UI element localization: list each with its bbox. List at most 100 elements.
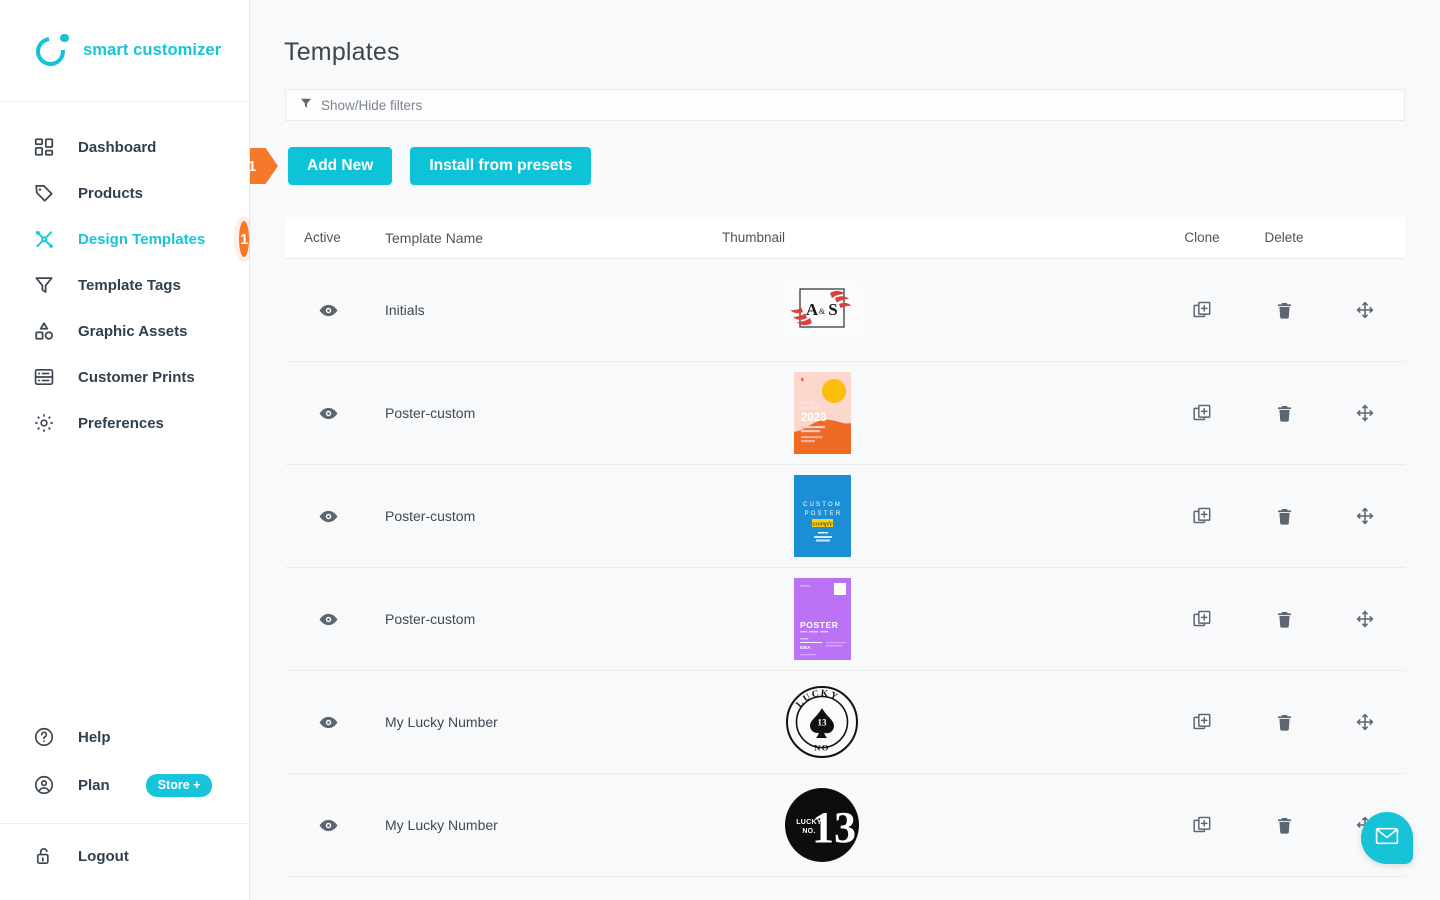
clone-icon[interactable] (1192, 403, 1212, 423)
table-row: Poster-custom CUSTOM POSTER example (285, 465, 1405, 568)
main-content: Templates Show/Hide filters 1 Add New In… (250, 0, 1440, 900)
move-arrows-icon[interactable] (1355, 609, 1375, 629)
eye-icon[interactable] (318, 403, 339, 424)
table-row: My Lucky Number 13 LUCKY NO (285, 671, 1405, 774)
templates-table: Active Template Name Thumbnail Clone Del… (285, 217, 1405, 877)
eye-icon[interactable] (318, 506, 339, 527)
column-header-clone: Clone (1184, 230, 1220, 245)
brand-logo[interactable]: smart customizer (0, 0, 249, 102)
move-arrows-icon[interactable] (1355, 712, 1375, 732)
sidebar-item-graphic-assets[interactable]: Graphic Assets (0, 308, 249, 354)
store-plus-pill[interactable]: Store + (145, 773, 213, 797)
clone-icon[interactable] (1192, 815, 1212, 835)
table-header-row: Active Template Name Thumbnail Clone Del… (285, 217, 1405, 259)
sidebar-item-label: Plan (78, 776, 110, 794)
template-name: My Lucky Number (385, 817, 498, 833)
eye-icon[interactable] (318, 300, 339, 321)
template-name: Initials (385, 302, 425, 318)
gear-icon (32, 411, 56, 435)
sidebar-item-template-tags[interactable]: Template Tags (0, 262, 249, 308)
sidebar-item-logout[interactable]: Logout (0, 832, 249, 880)
thumbnail-poster-pink-2023[interactable]: EVENT POSTER 2023 (793, 372, 851, 454)
sidebar-item-preferences[interactable]: Preferences (0, 400, 249, 446)
circle-dot-logo-icon (30, 30, 71, 72)
show-hide-filters-bar[interactable]: Show/Hide filters (285, 89, 1405, 121)
add-new-button[interactable]: Add New (288, 147, 393, 185)
svg-text:S: S (828, 300, 837, 319)
table-row: Poster-custom EVENT POSTER 2023 (285, 362, 1405, 465)
svg-text:&: & (819, 307, 826, 316)
trash-icon[interactable] (1275, 816, 1294, 835)
svg-text:IDEA: IDEA (800, 645, 811, 650)
svg-text:example: example (812, 521, 832, 527)
svg-text:POSTER: POSTER (801, 406, 819, 410)
svg-text:13: 13 (812, 803, 856, 852)
sidebar-item-label: Customer Prints (78, 368, 195, 386)
sidebar-divider (0, 823, 249, 824)
sidebar: smart customizer Dashboard Products Desi… (0, 0, 250, 900)
sidebar-item-products[interactable]: Products (0, 170, 249, 216)
template-name: Poster-custom (385, 508, 476, 524)
funnel-filter-icon (32, 273, 56, 297)
shapes-icon (32, 319, 56, 343)
svg-text:CUSTOM: CUSTOM (802, 502, 841, 508)
trash-icon[interactable] (1275, 301, 1294, 320)
column-header-thumbnail: Thumbnail (722, 230, 786, 245)
move-arrows-icon[interactable] (1355, 506, 1375, 526)
table-row: My Lucky Number LUCKY NO. 13 (285, 774, 1405, 877)
svg-text:POSTER: POSTER (804, 511, 842, 517)
funnel-filter-icon (300, 96, 312, 114)
eye-icon[interactable] (318, 815, 339, 836)
page-title: Templates (284, 38, 400, 66)
clone-icon[interactable] (1192, 506, 1212, 526)
thumbnail-poster-purple[interactable]: POSTER IDEA (793, 578, 851, 660)
scissors-icon (32, 227, 56, 251)
sidebar-badge-count: 1 (239, 221, 249, 257)
sidebar-item-label: Preferences (78, 414, 164, 432)
trash-icon[interactable] (1275, 610, 1294, 629)
grid-dashboard-icon (32, 135, 56, 159)
unlock-padlock-icon (32, 844, 56, 868)
sidebar-item-customer-prints[interactable]: Customer Prints (0, 354, 249, 400)
column-header-active: Active (304, 230, 341, 245)
question-circle-icon (32, 725, 56, 749)
tag-icon (32, 181, 56, 205)
sidebar-item-label: Graphic Assets (78, 322, 188, 340)
thumbnail-initials-monogram[interactable]: A & S (782, 281, 862, 339)
sidebar-nav: Dashboard Products Design Templates 1 Te… (0, 102, 249, 446)
eye-icon[interactable] (318, 712, 339, 733)
table-row: Poster-custom POSTER IDEA (285, 568, 1405, 671)
clone-icon[interactable] (1192, 609, 1212, 629)
template-name: Poster-custom (385, 611, 476, 627)
sidebar-item-label: Template Tags (78, 276, 181, 294)
sidebar-item-plan[interactable]: Plan Store + (0, 761, 249, 809)
clone-icon[interactable] (1192, 712, 1212, 732)
sidebar-item-dashboard[interactable]: Dashboard (0, 124, 249, 170)
svg-text:2023: 2023 (801, 412, 827, 424)
clone-icon[interactable] (1192, 300, 1212, 320)
install-from-presets-button[interactable]: Install from presets (410, 147, 592, 185)
chat-support-button[interactable] (1361, 812, 1413, 864)
svg-text:13: 13 (818, 718, 828, 728)
svg-text:NO: NO (814, 743, 830, 753)
thumbnail-poster-blue-custom[interactable]: CUSTOM POSTER example (793, 475, 851, 557)
thumbnail-lucky-badge-solid[interactable]: LUCKY NO. 13 (783, 786, 861, 864)
svg-text:A: A (806, 300, 819, 319)
trash-icon[interactable] (1275, 507, 1294, 526)
move-arrows-icon[interactable] (1355, 403, 1375, 423)
brand-name: smart customizer (83, 41, 222, 59)
svg-text:POSTER: POSTER (800, 620, 839, 630)
action-buttons: 1 Add New Install from presets (250, 147, 1440, 185)
sidebar-footer: Help Plan Store + Logout (0, 713, 249, 900)
trash-icon[interactable] (1275, 404, 1294, 423)
sidebar-item-help[interactable]: Help (0, 713, 249, 761)
user-circle-icon (32, 773, 56, 797)
thumbnail-lucky-badge-outline[interactable]: 13 LUCKY NO (783, 683, 861, 761)
sidebar-item-design-templates[interactable]: Design Templates 1 (0, 216, 249, 262)
eye-icon[interactable] (318, 609, 339, 630)
move-arrows-icon[interactable] (1355, 300, 1375, 320)
show-hide-filters-label: Show/Hide filters (321, 97, 423, 113)
column-header-template-name: Template Name (385, 229, 484, 246)
trash-icon[interactable] (1275, 713, 1294, 732)
sidebar-item-label: Help (78, 728, 111, 746)
